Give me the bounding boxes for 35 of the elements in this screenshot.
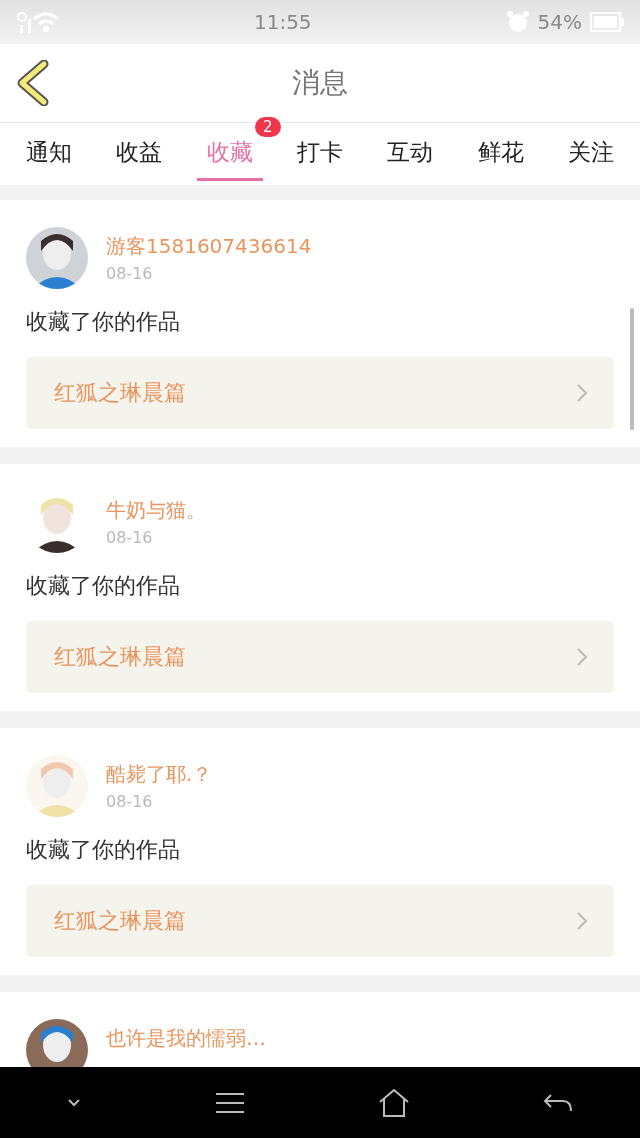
wifi-icon	[32, 11, 60, 33]
signal-icon	[16, 11, 32, 33]
message-date: 08-16	[106, 528, 154, 547]
message-text: 收藏了你的作品	[26, 572, 181, 600]
user-name[interactable]: 牛奶与猫。	[106, 497, 206, 524]
work-link[interactable]: 红狐之琳晨篇	[26, 885, 614, 957]
battery-icon	[590, 12, 624, 32]
work-link[interactable]: 红狐之琳晨篇	[26, 621, 614, 693]
tab[interactable]: 通知	[16, 127, 82, 181]
battery-percent: 54%	[537, 10, 582, 34]
chevron-icon	[576, 647, 588, 667]
tab[interactable]: 打卡	[287, 127, 353, 181]
chevron-down-icon[interactable]	[67, 1097, 81, 1108]
home-icon[interactable]	[379, 1088, 409, 1117]
message-date: 08-16	[106, 792, 154, 811]
chevron-icon	[576, 383, 588, 403]
tab[interactable]: 关注	[557, 127, 624, 181]
tab[interactable]: 收益	[106, 127, 173, 181]
alarm-icon	[505, 10, 530, 34]
back-button[interactable]	[16, 60, 50, 106]
menu-icon[interactable]	[215, 1091, 245, 1114]
user-name[interactable]: 也许是我的懦弱…	[106, 1025, 266, 1052]
message-date: 08-16	[106, 264, 154, 283]
message-text: 收藏了你的作品	[26, 836, 181, 864]
chevron-icon	[576, 911, 588, 931]
tab[interactable]: 鲜花	[467, 127, 534, 181]
work-link[interactable]: 红狐之琳晨篇	[26, 357, 614, 429]
tab[interactable]: 互动	[377, 127, 444, 181]
count-badge: 2	[255, 117, 281, 137]
message-text: 收藏了你的作品	[26, 308, 181, 336]
status-time: 11:55	[252, 10, 313, 34]
page-title: 消息	[292, 65, 348, 101]
user-name[interactable]: 游客1581607436614	[106, 233, 312, 260]
back-arrow-icon[interactable]	[543, 1092, 573, 1113]
user-name[interactable]: 酷毙了耶.？	[106, 761, 213, 788]
